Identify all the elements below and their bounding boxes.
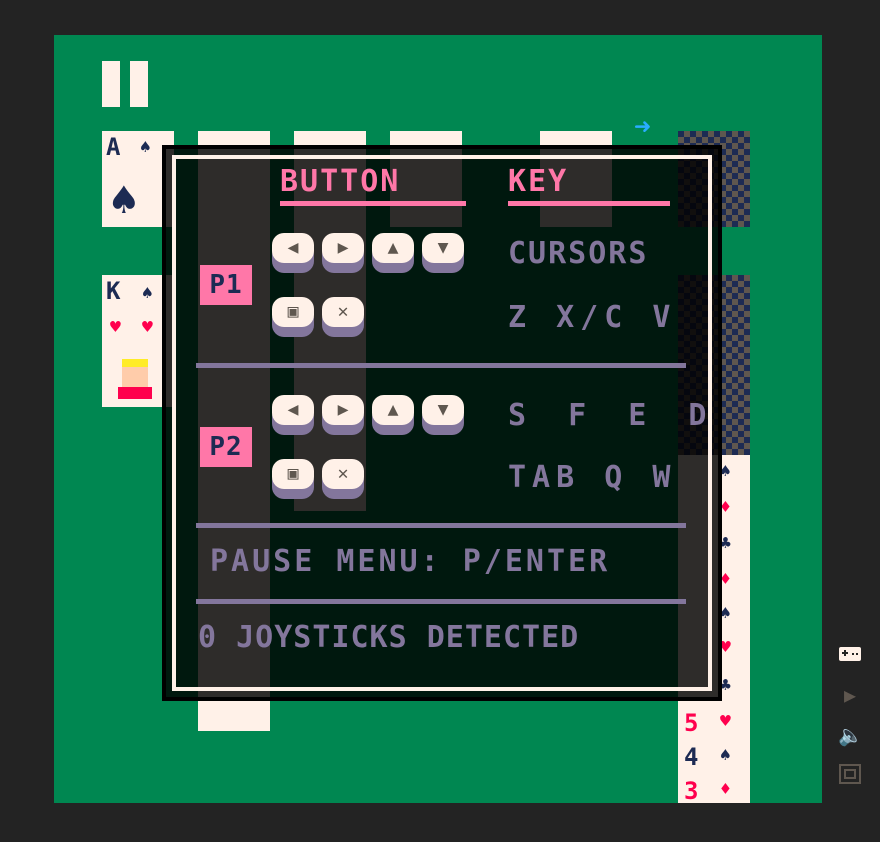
spade-icon: ♠ — [110, 173, 138, 227]
king-face-icon — [118, 359, 152, 399]
card-rank: 3 — [684, 777, 699, 803]
volume-icon[interactable]: 🔈 — [838, 724, 863, 746]
heart-icon: ♥ — [720, 711, 731, 732]
right-button-icon: ▶ — [322, 233, 364, 273]
x-button-icon: ✕ — [322, 297, 364, 337]
play-icon[interactable]: ▶ — [838, 684, 862, 706]
p2-cursor-keys: S F E D — [508, 398, 719, 433]
p2-action-keys: TAB Q W — [508, 460, 677, 495]
player-1-badge: P1 — [200, 265, 252, 305]
down-button-icon: ▼ — [422, 233, 464, 273]
heart-icon: ♥ — [142, 317, 153, 338]
p2-divider — [196, 523, 686, 528]
card-rank: 5 — [684, 709, 699, 737]
o-button-icon: ▣ — [272, 297, 314, 337]
dialog-frame: BUTTON KEY P1 ◀ ▶ ▲ ▼ CURSORS ▣ ✕ Z X/C … — [172, 155, 712, 691]
spade-icon: ♠ — [720, 745, 731, 766]
up-button-icon: ▲ — [372, 233, 414, 273]
game-screen[interactable]: A ♠ ♠ K ♠ ♥ ♥ ♠ ♦ ♣ ♦ ♠ ♥ ♣ 5 ♥ 4 ♠ 3 ♦ — [54, 35, 822, 803]
footer-divider — [196, 599, 686, 604]
p1-cursor-keys: CURSORS — [508, 236, 649, 271]
right-button-icon: ▶ — [322, 395, 364, 435]
pause-menu-hint: PAUSE MENU: P/ENTER — [210, 544, 611, 579]
up-button-icon: ▲ — [372, 395, 414, 435]
spade-icon: ♠ — [140, 137, 151, 158]
fullscreen-icon[interactable] — [838, 764, 862, 786]
player-2-badge: P2 — [200, 427, 252, 467]
o-button-icon: ▣ — [272, 459, 314, 499]
x-button-icon: ✕ — [322, 459, 364, 499]
card-rank: A — [106, 133, 121, 161]
button-column-header: BUTTON — [280, 164, 401, 199]
card-rank: 4 — [684, 743, 699, 771]
card-rank: K — [106, 277, 121, 305]
hand-cursor-icon: ➜ — [634, 110, 651, 143]
spade-icon: ♠ — [142, 283, 153, 304]
joystick-status: 0 JOYSTICKS DETECTED — [198, 620, 580, 655]
p1-divider — [196, 363, 686, 368]
gamepad-icon[interactable] — [838, 644, 862, 666]
pause-icon[interactable] — [102, 61, 150, 107]
p1-action-keys: Z X/C V — [508, 300, 677, 335]
diamond-icon: ♦ — [720, 779, 731, 800]
heart-icon: ♥ — [110, 317, 121, 338]
left-button-icon: ◀ — [272, 395, 314, 435]
key-column-header: KEY — [508, 164, 569, 199]
controls-help-dialog: BUTTON KEY P1 ◀ ▶ ▲ ▼ CURSORS ▣ ✕ Z X/C … — [162, 145, 722, 701]
key-header-underline — [508, 201, 670, 206]
left-button-icon: ◀ — [272, 233, 314, 273]
down-button-icon: ▼ — [422, 395, 464, 435]
button-header-underline — [280, 201, 466, 206]
